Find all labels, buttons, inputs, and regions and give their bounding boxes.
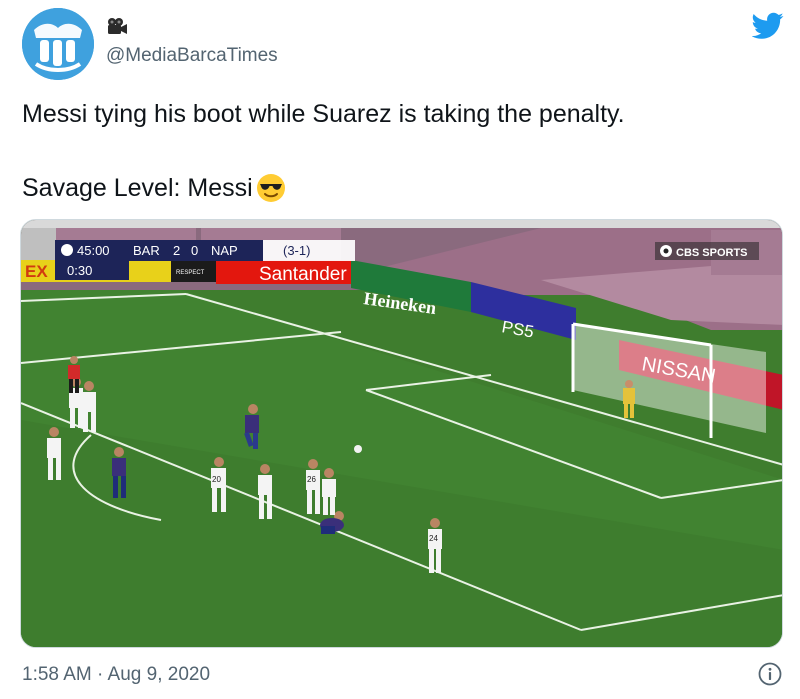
twitter-bird-icon[interactable] <box>752 12 784 40</box>
ad-partial: EX <box>25 262 48 281</box>
champions-league-ball-icon <box>61 244 73 256</box>
tweet-media-image[interactable]: EX RESPECT Santander Heineken PS5 NISSAN <box>20 219 783 648</box>
tweet: @MediaBarcaTimes Messi tying his boot wh… <box>0 0 800 699</box>
jersey-number-c: 24 <box>429 534 438 543</box>
broadcaster-logo: CBS SPORTS <box>655 242 759 260</box>
tweet-line-2-text: Savage Level: Messi <box>22 174 253 202</box>
tweet-line-2: Savage Level: Messi <box>22 169 782 207</box>
tweet-text: Messi tying his boot while Suarez is tak… <box>22 95 782 207</box>
tweet-line-1: Messi tying his boot while Suarez is tak… <box>22 100 625 128</box>
aggregate-score: (3-1) <box>283 243 310 258</box>
author-handle[interactable]: @MediaBarcaTimes <box>106 45 278 67</box>
info-icon[interactable] <box>757 661 783 687</box>
jersey-number-b: 26 <box>307 475 316 484</box>
tweet-timestamp[interactable]: 1:58 AM · Aug 9, 2020 <box>22 664 210 686</box>
movie-camera-icon <box>106 17 128 35</box>
broadcaster-name: CBS SPORTS <box>676 247 748 259</box>
away-team: NAP <box>211 243 238 258</box>
media-barca-times-logo <box>22 8 94 80</box>
home-team: BAR <box>133 243 160 258</box>
home-score: 2 <box>173 243 180 258</box>
ad-respect: RESPECT <box>176 270 205 276</box>
ad-santander: Santander <box>259 264 347 285</box>
away-score: 0 <box>191 243 198 258</box>
avatar[interactable] <box>22 8 94 80</box>
sunglasses-emoji-icon <box>255 172 287 204</box>
ball <box>354 445 362 453</box>
sub-timer: 0:30 <box>67 263 92 278</box>
match-clock: 45:00 <box>77 243 110 258</box>
jersey-number-a: 20 <box>212 475 221 484</box>
